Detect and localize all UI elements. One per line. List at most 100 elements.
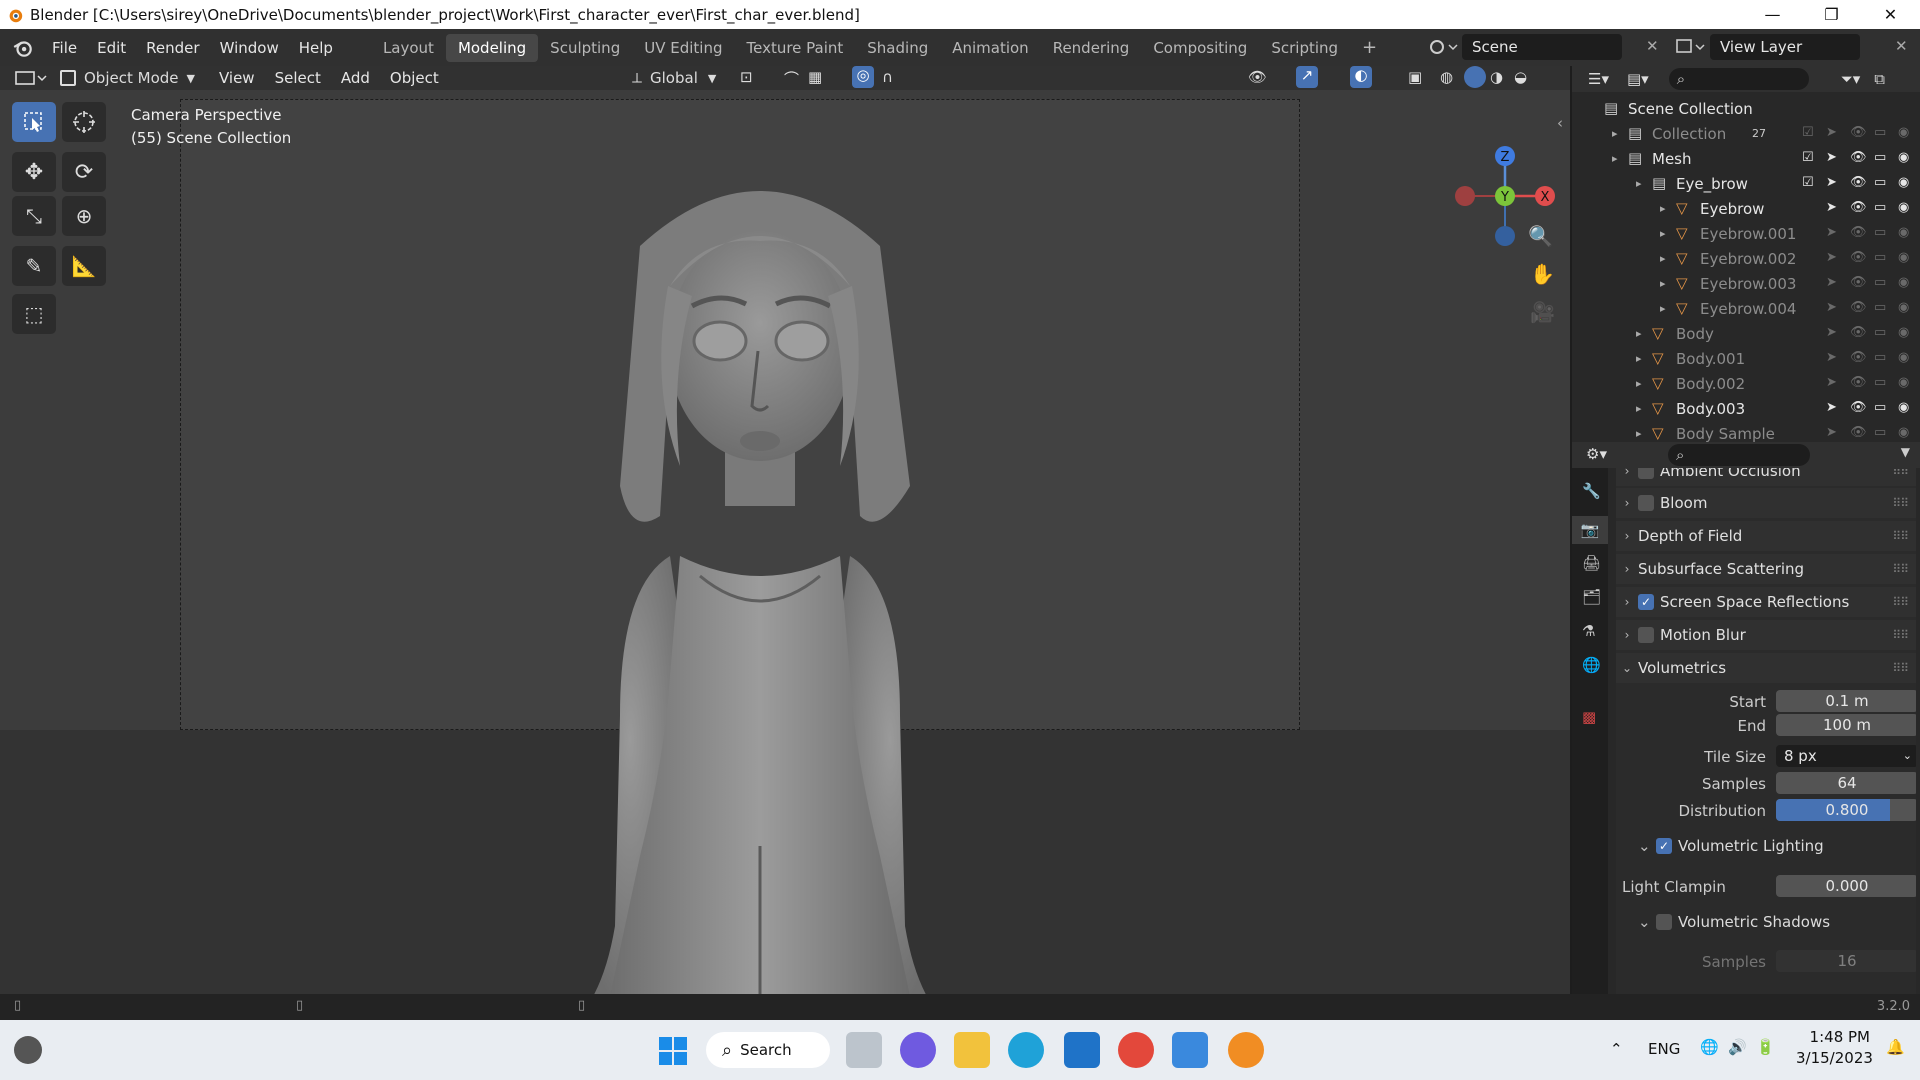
- outliner-row[interactable]: ▸ ▤ Eye_brow ☑ ➤ 👁 ▭ ◉: [1572, 171, 1920, 196]
- transform-tool[interactable]: ⊕: [62, 196, 106, 236]
- scene-field[interactable]: Scene: [1462, 34, 1622, 60]
- select-toggle-icon[interactable]: ➤: [1826, 325, 1844, 343]
- battery-icon[interactable]: 🔋: [1756, 1038, 1775, 1056]
- expand-arrow-icon[interactable]: ▸: [1660, 277, 1666, 290]
- checkbox-icon[interactable]: [1802, 425, 1820, 443]
- menu-view[interactable]: View: [209, 66, 265, 90]
- properties-search[interactable]: ⌕: [1668, 444, 1810, 466]
- outliner-row[interactable]: ▸ ▤ Collection 27 ☑ ➤ 👁 ▭ ◉: [1572, 121, 1920, 146]
- select-toggle-icon[interactable]: ➤: [1826, 350, 1844, 368]
- camera-icon[interactable]: ◉: [1898, 150, 1916, 168]
- menu-file[interactable]: File: [42, 34, 87, 62]
- distribution-slider[interactable]: 0.800: [1776, 799, 1916, 821]
- select-toggle-icon[interactable]: ➤: [1826, 250, 1844, 268]
- network-icon[interactable]: 🌐: [1700, 1038, 1719, 1056]
- scene-selector-icon[interactable]: [1428, 36, 1458, 58]
- camera-icon[interactable]: ◉: [1898, 125, 1916, 143]
- photos-icon[interactable]: [1172, 1032, 1208, 1068]
- scene-tab-icon[interactable]: ⚗: [1582, 622, 1595, 640]
- outliner-row[interactable]: ▤ Scene Collection: [1572, 96, 1920, 121]
- taskbar-search[interactable]: ⌕ Search: [706, 1032, 830, 1068]
- select-toggle-icon[interactable]: ➤: [1826, 275, 1844, 293]
- rendered-shading-icon[interactable]: ◒: [1514, 68, 1527, 86]
- monitor-icon[interactable]: ▭: [1874, 325, 1892, 343]
- eye-icon[interactable]: 👁: [1850, 350, 1868, 368]
- select-toggle-icon[interactable]: ➤: [1826, 150, 1844, 168]
- start-field[interactable]: 0.1 m: [1776, 690, 1916, 712]
- monitor-icon[interactable]: ▭: [1874, 225, 1892, 243]
- select-box-tool[interactable]: [12, 102, 56, 142]
- menu-object[interactable]: Object: [380, 66, 449, 90]
- edge-icon[interactable]: [1008, 1032, 1044, 1068]
- outliner-row[interactable]: ▸ ▽ Eyebrow.002 ➤ 👁 ▭ ◉: [1572, 246, 1920, 271]
- cursor-tool[interactable]: [62, 102, 106, 142]
- measure-tool[interactable]: 📐: [62, 246, 106, 286]
- drag-handle-icon[interactable]: ⠿⠿: [1892, 529, 1909, 543]
- ao-checkbox[interactable]: [1638, 468, 1654, 479]
- eye-icon[interactable]: 👁: [1850, 150, 1868, 168]
- sidebar-toggle-icon[interactable]: ‹: [1557, 114, 1563, 132]
- checkbox-icon[interactable]: ☑: [1802, 125, 1820, 143]
- expand-arrow-icon[interactable]: ▸: [1636, 352, 1642, 365]
- drag-handle-icon[interactable]: ⠿⠿: [1892, 468, 1909, 478]
- outliner-row[interactable]: ▸ ▽ Eyebrow ➤ 👁 ▭ ◉: [1572, 196, 1920, 221]
- checkbox-icon[interactable]: [1802, 200, 1820, 218]
- file-explorer-icon[interactable]: [954, 1032, 990, 1068]
- expand-arrow-icon[interactable]: ▸: [1612, 127, 1618, 140]
- monitor-icon[interactable]: ▭: [1874, 375, 1892, 393]
- monitor-icon[interactable]: ▭: [1874, 175, 1892, 193]
- weather-icon[interactable]: [14, 1036, 42, 1064]
- blender-menu-icon[interactable]: [12, 37, 34, 59]
- mode-dropdown[interactable]: Object Mode ▼: [60, 69, 195, 87]
- vscode-icon[interactable]: [1064, 1032, 1100, 1068]
- camera-icon[interactable]: ◉: [1898, 200, 1916, 218]
- eye-icon[interactable]: 👁: [1850, 425, 1868, 443]
- expand-arrow-icon[interactable]: ▸: [1636, 327, 1642, 340]
- rotate-tool[interactable]: ⟳: [62, 152, 106, 192]
- camera-icon[interactable]: ◉: [1898, 250, 1916, 268]
- checkbox-icon[interactable]: [1802, 350, 1820, 368]
- texture-tab-icon[interactable]: ▩: [1582, 708, 1596, 726]
- tab-layout[interactable]: Layout: [371, 34, 446, 62]
- camera-icon[interactable]: ◉: [1898, 400, 1916, 418]
- tab-animation[interactable]: Animation: [940, 34, 1040, 62]
- eye-icon[interactable]: 👁: [1850, 175, 1868, 193]
- camera-icon[interactable]: ◉: [1898, 225, 1916, 243]
- section-motion-blur[interactable]: › Motion Blur ⠿⠿: [1616, 620, 1916, 650]
- new-collection-icon[interactable]: ⧉: [1874, 70, 1885, 88]
- select-toggle-icon[interactable]: ➤: [1826, 400, 1844, 418]
- proportional-edit-icon[interactable]: ◎: [852, 66, 874, 88]
- select-toggle-icon[interactable]: ➤: [1826, 375, 1844, 393]
- checkbox-icon[interactable]: [1802, 225, 1820, 243]
- drag-handle-icon[interactable]: ⠿⠿: [1892, 661, 1909, 675]
- samples-field[interactable]: 64: [1776, 772, 1916, 794]
- expand-arrow-icon[interactable]: ▸: [1636, 402, 1642, 415]
- eye-icon[interactable]: 👁: [1850, 225, 1868, 243]
- blender-taskbar-icon[interactable]: [1228, 1032, 1264, 1068]
- ssr-checkbox[interactable]: ✓: [1638, 594, 1654, 610]
- output-tab-icon[interactable]: 🖨: [1582, 554, 1601, 572]
- view-layer-tab-icon[interactable]: 🗂: [1582, 588, 1601, 606]
- tab-texture-paint[interactable]: Texture Paint: [734, 34, 855, 62]
- expand-arrow-icon[interactable]: ▸: [1636, 427, 1642, 440]
- outliner-row[interactable]: ▸ ▽ Eyebrow.003 ➤ 👁 ▭ ◉: [1572, 271, 1920, 296]
- solid-shading-icon[interactable]: [1464, 66, 1486, 88]
- falloff-icon[interactable]: ∩: [882, 68, 893, 86]
- camera-icon[interactable]: ◉: [1898, 350, 1916, 368]
- restore-button[interactable]: ❐: [1802, 0, 1861, 29]
- tool-tab-icon[interactable]: 🔧: [1582, 482, 1601, 500]
- volume-icon[interactable]: 🔊: [1728, 1038, 1747, 1056]
- pan-hand-icon[interactable]: ✋: [1530, 262, 1555, 286]
- outliner-row[interactable]: ▸ ▽ Body.001 ➤ 👁 ▭ ◉: [1572, 346, 1920, 371]
- motion-blur-checkbox[interactable]: [1638, 627, 1654, 643]
- checkbox-icon[interactable]: ☑: [1802, 150, 1820, 168]
- menu-add[interactable]: Add: [331, 66, 380, 90]
- monitor-icon[interactable]: ▭: [1874, 350, 1892, 368]
- expand-arrow-icon[interactable]: ▸: [1636, 377, 1642, 390]
- tab-rendering[interactable]: Rendering: [1041, 34, 1142, 62]
- outliner-row[interactable]: ▸ ▽ Body.002 ➤ 👁 ▭ ◉: [1572, 371, 1920, 396]
- camera-icon[interactable]: ◉: [1898, 300, 1916, 318]
- tab-uv-editing[interactable]: UV Editing: [632, 34, 734, 62]
- camera-icon[interactable]: ◉: [1898, 275, 1916, 293]
- select-toggle-icon[interactable]: ➤: [1826, 425, 1844, 443]
